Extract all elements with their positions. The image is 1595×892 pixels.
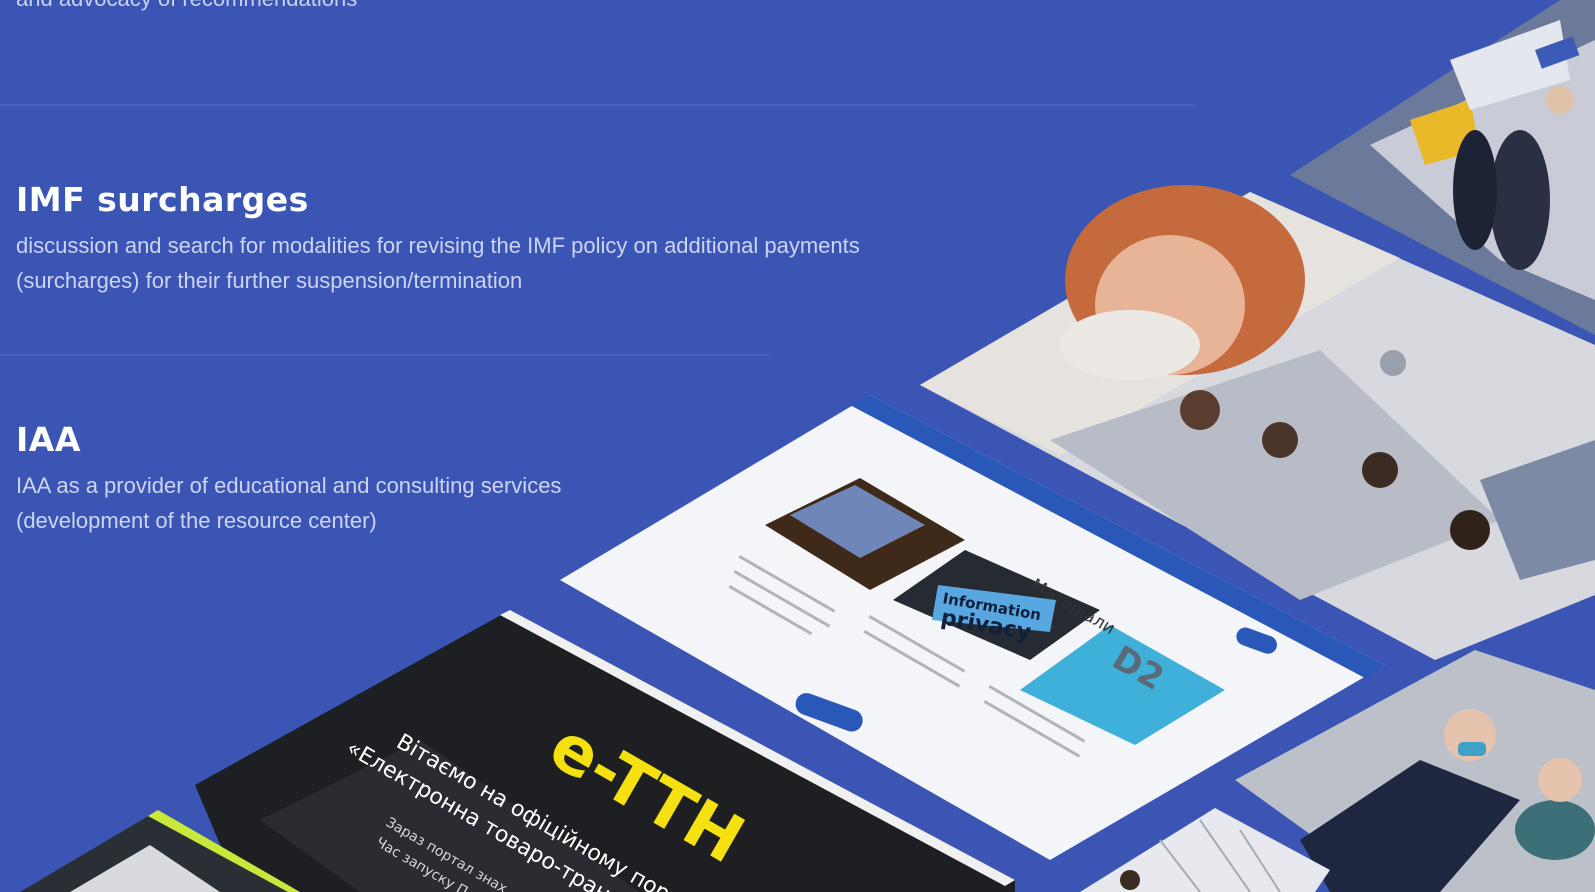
collage: Information privacy D2 Матеріали e-TTH В…	[20, 0, 1595, 892]
